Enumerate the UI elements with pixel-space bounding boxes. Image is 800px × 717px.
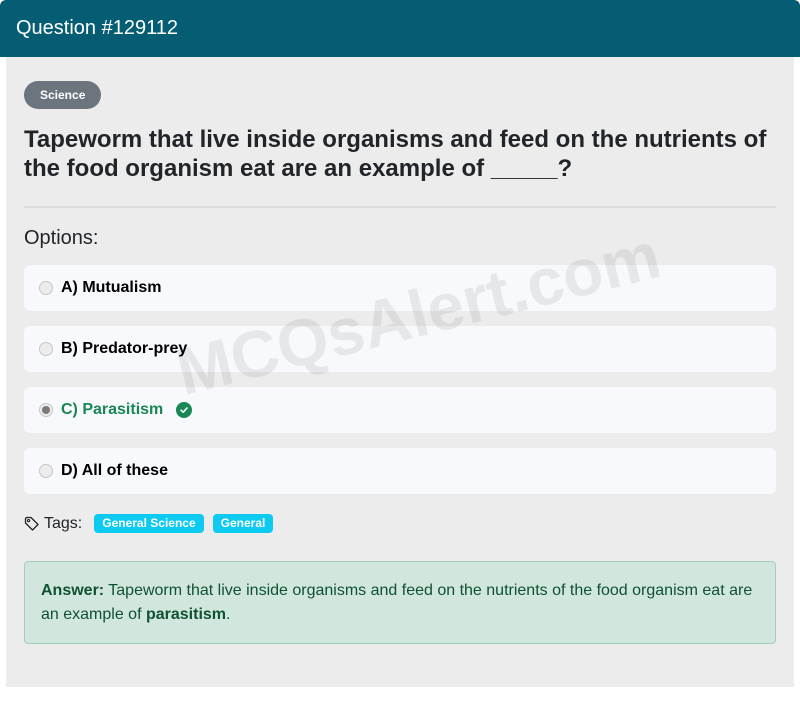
answer-prefix: Answer:	[41, 582, 105, 599]
question-card: Science Tapeworm that live inside organi…	[6, 57, 794, 687]
options-label: Options:	[24, 227, 99, 249]
question-header: Question #129112	[0, 0, 800, 57]
tags-label: Tags:	[44, 514, 83, 532]
option-radio[interactable]	[39, 342, 53, 356]
answer-highlight: parasitism	[145, 606, 227, 623]
question-text: Tapeworm that live inside organisms and …	[24, 126, 767, 182]
tag-icon	[24, 516, 39, 531]
option-label: D) All of these	[61, 462, 168, 479]
option-d[interactable]: D) All of these	[24, 448, 776, 494]
check-circle-icon	[176, 402, 193, 418]
answer-suffix: .	[226, 606, 231, 623]
option-label: B) Predator-prey	[61, 340, 188, 357]
option-label: C) Parasitism	[61, 401, 164, 418]
category-badge[interactable]: Science	[24, 81, 102, 109]
option-radio-selected[interactable]	[39, 403, 53, 417]
tag-general[interactable]: General	[212, 514, 274, 533]
option-c[interactable]: C) Parasitism	[24, 387, 776, 433]
question-title: Question #129112	[16, 17, 178, 39]
divider	[24, 206, 776, 208]
tags-row: Tags: General Science General	[24, 514, 776, 533]
option-label: A) Mutualism	[61, 279, 162, 296]
option-radio[interactable]	[39, 464, 53, 478]
option-a[interactable]: A) Mutualism	[24, 265, 776, 311]
tag-general-science[interactable]: General Science	[94, 514, 204, 533]
page-bottom	[0, 687, 800, 717]
option-radio[interactable]	[39, 281, 53, 295]
option-b[interactable]: B) Predator-prey	[24, 326, 776, 372]
answer-box: Answer: Tapeworm that live inside organi…	[24, 561, 776, 644]
